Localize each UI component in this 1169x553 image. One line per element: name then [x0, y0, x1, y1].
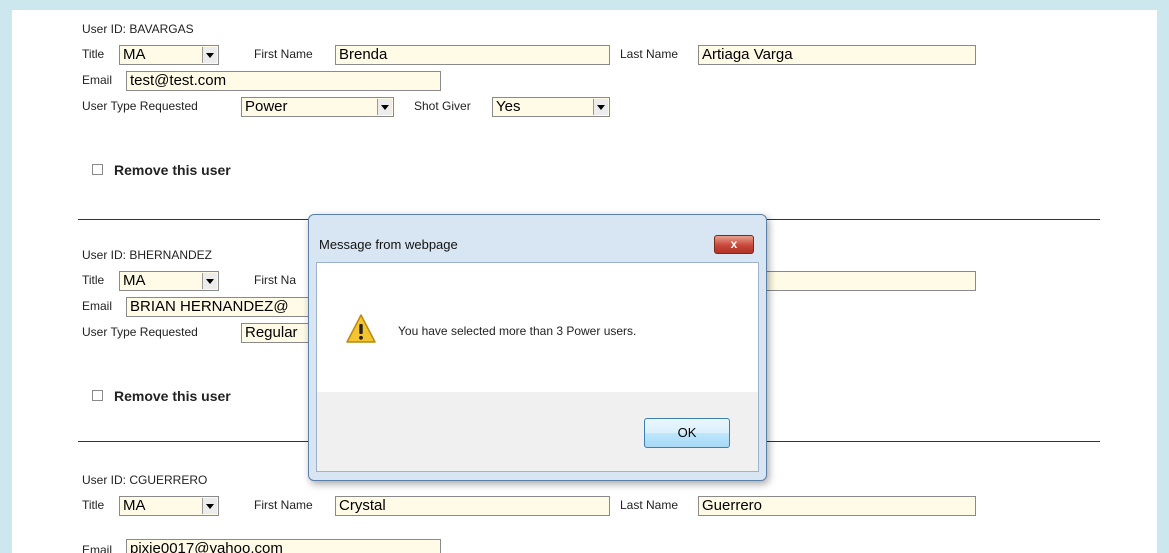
email-field[interactable]: pixie0017@yahoo.com — [126, 539, 441, 553]
close-icon: x — [730, 237, 738, 251]
title-select[interactable]: MA — [119, 496, 219, 516]
first-name-field[interactable]: Brenda — [335, 45, 610, 65]
shot-giver-select[interactable]: Yes — [492, 97, 610, 117]
dialog-message: You have selected more than 3 Power user… — [398, 324, 637, 338]
title-label: Title — [82, 273, 105, 287]
dialog-body: You have selected more than 3 Power user… — [316, 262, 759, 472]
first-name-label: First Name — [254, 498, 313, 512]
chevron-down-icon[interactable] — [202, 498, 217, 514]
chevron-down-icon[interactable] — [593, 99, 608, 115]
user-type-select-value: Power — [245, 98, 288, 115]
chevron-down-icon[interactable] — [202, 47, 217, 63]
title-select-value: MA — [123, 272, 146, 289]
shot-giver-label: Shot Giver — [414, 99, 471, 113]
ok-button[interactable]: OK — [644, 418, 730, 448]
user-id-label: User ID: BAVARGAS — [82, 22, 194, 36]
remove-user-checkbox[interactable] — [92, 164, 103, 175]
form-page: User ID: BAVARGAS Title MA First Name Br… — [12, 10, 1157, 553]
title-select-value: MA — [123, 497, 146, 514]
title-select[interactable]: MA — [119, 271, 219, 291]
warning-icon — [346, 314, 376, 343]
chevron-down-icon[interactable] — [202, 273, 217, 289]
last-name-label: Last Name — [620, 498, 679, 512]
title-select-value: MA — [123, 46, 146, 63]
chevron-down-icon[interactable] — [377, 99, 392, 115]
user-type-label: User Type Requested — [82, 99, 198, 113]
last-name-field[interactable]: Artiaga Varga — [698, 45, 976, 65]
remove-user-checkbox[interactable] — [92, 390, 103, 401]
title-select[interactable]: MA — [119, 45, 219, 65]
user-id-label: User ID: CGUERRERO — [82, 473, 208, 487]
last-name-label: Last Name — [620, 47, 679, 61]
shot-giver-select-value: Yes — [496, 98, 521, 115]
title-label: Title — [82, 47, 105, 61]
remove-user-label: Remove this user — [114, 162, 231, 178]
user-type-label: User Type Requested — [82, 325, 198, 339]
remove-user-label: Remove this user — [114, 388, 231, 404]
close-button[interactable]: x — [714, 235, 754, 254]
first-name-field[interactable]: Crystal — [335, 496, 610, 516]
user-type-select[interactable]: Power — [241, 97, 394, 117]
last-name-field[interactable]: Guerrero — [698, 496, 976, 516]
message-dialog: Message from webpage x You have selected… — [308, 214, 767, 481]
dialog-message-area: You have selected more than 3 Power user… — [317, 263, 758, 392]
title-label: Title — [82, 498, 105, 512]
first-name-label: First Na — [254, 273, 296, 287]
first-name-label: First Name — [254, 47, 313, 61]
email-label: Email — [82, 543, 113, 553]
email-label: Email — [82, 73, 113, 87]
email-field[interactable]: test@test.com — [126, 71, 441, 91]
dialog-title: Message from webpage — [319, 237, 458, 252]
user-type-select-value: Regular — [245, 324, 298, 341]
email-label: Email — [82, 299, 113, 313]
user-id-label: User ID: BHERNANDEZ — [82, 248, 213, 262]
ok-button-label: OK — [677, 425, 697, 440]
